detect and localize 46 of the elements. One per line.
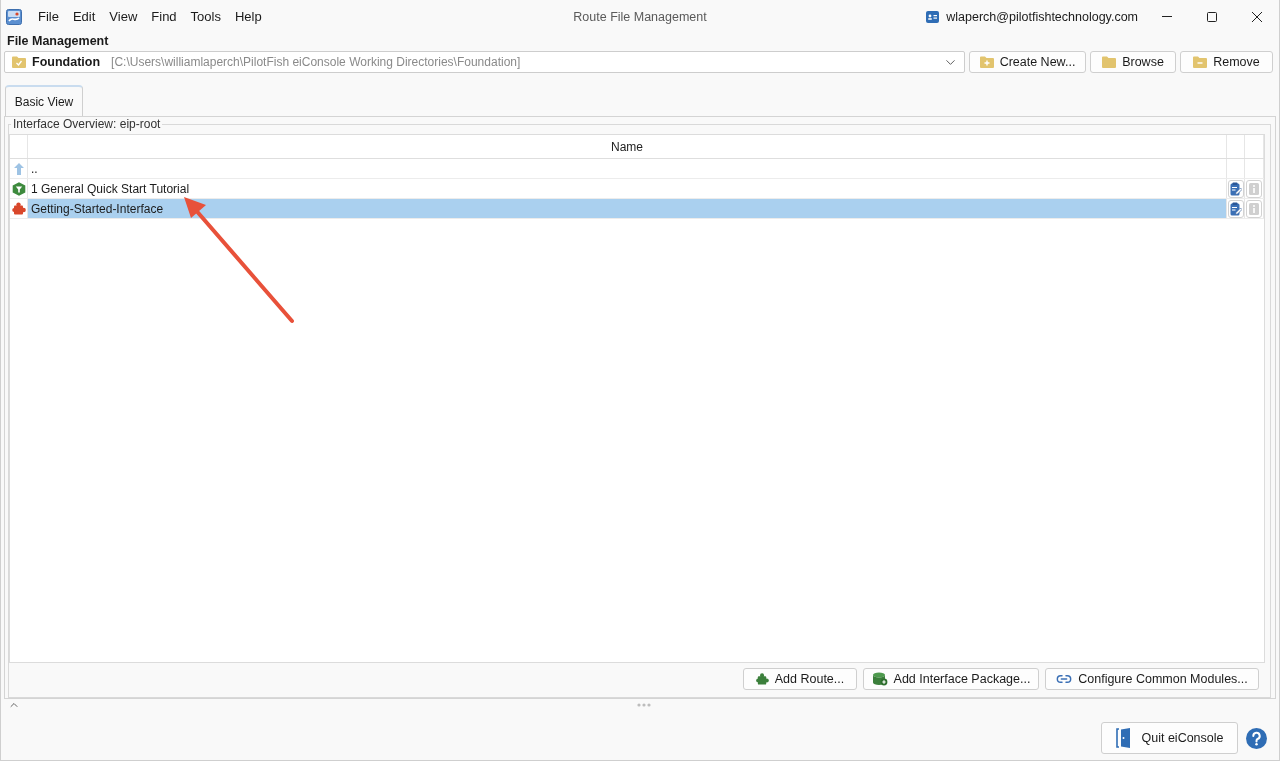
close-icon: [1251, 11, 1262, 22]
folder-icon: [12, 56, 26, 68]
add-route-button[interactable]: Add Route...: [743, 668, 857, 690]
configure-common-modules-button[interactable]: Configure Common Modules...: [1045, 668, 1259, 690]
folder-plus-icon: [979, 56, 994, 68]
info-icon: [1249, 182, 1259, 195]
workspace-path: [C:\Users\williamlaperch\PilotFish eiConsole Working Directories\Foundation]: [111, 55, 522, 69]
menu-item[interactable]: Find: [144, 9, 184, 24]
menu-item[interactable]: Edit: [65, 9, 103, 24]
group-title: Interface Overview: eip-root: [12, 117, 162, 131]
section-heading: File Management: [6, 33, 110, 49]
maximize-icon: [1206, 11, 1217, 22]
menu-item[interactable]: View: [102, 9, 145, 24]
package-add-icon: [871, 672, 888, 686]
exit-door-icon: [1115, 728, 1132, 748]
puzzle-piece-icon: [11, 201, 26, 216]
name-cell[interactable]: Getting-Started-Interface: [28, 199, 1227, 218]
name-cell[interactable]: ..: [28, 159, 1227, 178]
contact-card-icon: [926, 10, 940, 23]
folder-icon: [1102, 56, 1117, 68]
app-logo-icon: [6, 8, 22, 25]
up-arrow-icon: [13, 162, 24, 175]
account-email: wlaperch@pilotfishtechnology.com: [946, 9, 1138, 24]
add-interface-package-button[interactable]: Add Interface Package...: [863, 668, 1039, 690]
folder-minus-icon: [1193, 56, 1208, 68]
minimize-icon: [1161, 16, 1172, 17]
clipboard-edit-icon: [1229, 181, 1242, 196]
quit-button[interactable]: Quit eiConsole: [1101, 722, 1238, 754]
browse-button[interactable]: Browse: [1090, 51, 1176, 73]
info-icon: [1249, 202, 1259, 215]
window-title: Route File Management: [573, 9, 707, 24]
clipboard-edit-icon: [1229, 201, 1242, 216]
splitter-grip-icon[interactable]: [636, 703, 651, 707]
menu-item[interactable]: Help: [227, 9, 269, 24]
tab[interactable]: Basic View: [5, 85, 83, 116]
remove-button[interactable]: Remove: [1180, 51, 1273, 73]
menu-item[interactable]: Tools: [183, 9, 228, 24]
edit-button[interactable]: [1227, 179, 1244, 198]
create-new-button[interactable]: Create New...: [969, 51, 1086, 73]
column-header[interactable]: Name: [28, 135, 1227, 158]
puzzle-piece-icon: [755, 672, 769, 686]
edit-button[interactable]: [1227, 199, 1244, 218]
workspace-name: Foundation: [32, 55, 101, 69]
workspace-dropdown[interactable]: Foundation [C:\Users\williamlaperch\PilotFish eiConsole Working Directories\Foundation]: [4, 51, 965, 73]
help-icon[interactable]: [1246, 727, 1267, 749]
menu-item[interactable]: File: [31, 9, 66, 24]
